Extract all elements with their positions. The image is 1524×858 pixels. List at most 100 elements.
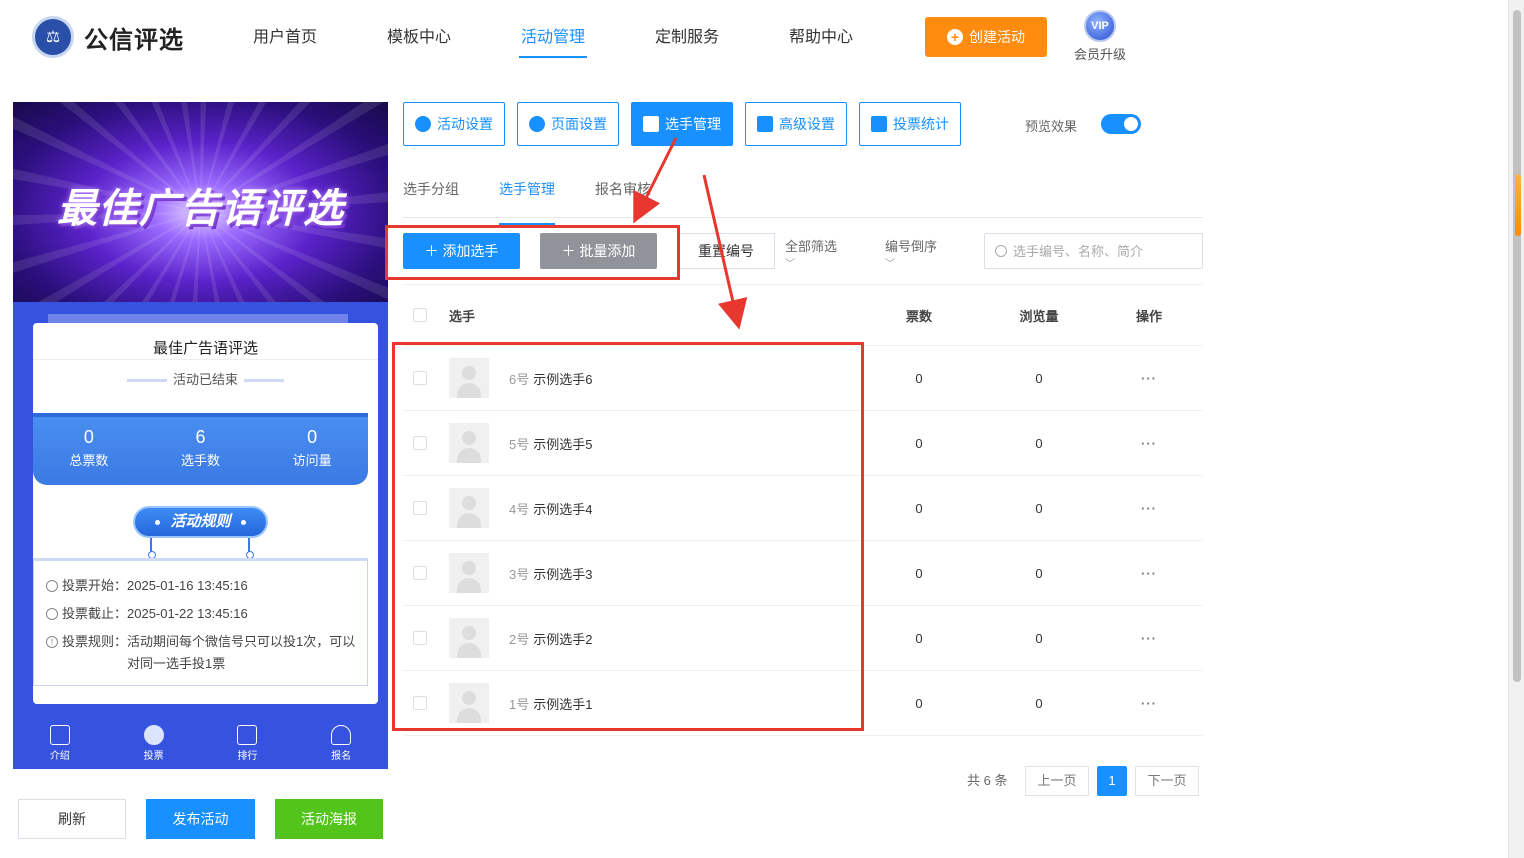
- card-title: 最佳广告语评选: [152, 340, 258, 357]
- row-actions[interactable]: ···: [1109, 501, 1189, 516]
- sliders-icon: [757, 116, 773, 132]
- tab-page-settings[interactable]: 页面设置: [517, 102, 619, 146]
- vip-badge-icon: VIP: [1084, 10, 1116, 42]
- tab-advanced-settings[interactable]: 高级设置: [745, 102, 847, 146]
- subtab-signup-review[interactable]: 报名审核: [595, 168, 651, 217]
- filter-label: 全部筛选: [785, 239, 838, 254]
- rule-value: 2025-01-16 13:45:16: [127, 578, 248, 593]
- player-views: 0: [1035, 565, 1043, 581]
- player-views: 0: [1035, 695, 1043, 711]
- card-divider: [33, 359, 378, 360]
- tab-activity-settings[interactable]: 活动设置: [403, 102, 505, 146]
- subtab-player-management[interactable]: 选手管理: [499, 168, 555, 225]
- tab-player-management[interactable]: 选手管理: [631, 102, 733, 146]
- bottom-nav-intro[interactable]: 介绍: [13, 719, 107, 769]
- row-actions[interactable]: ···: [1109, 371, 1189, 386]
- logo-text: 公信评选: [84, 26, 184, 54]
- row-actions[interactable]: ···: [1109, 696, 1189, 711]
- nav-item-activity-management[interactable]: 活动管理: [486, 0, 620, 76]
- bar-chart-icon: [237, 725, 258, 745]
- mobile-preview: 最佳广告语评选 最佳广告语评选 活动已结束 0 总票数 6 选手数 0 访问量 …: [13, 102, 388, 769]
- refresh-button[interactable]: 刷新: [18, 799, 126, 839]
- tab-label: 页面设置: [551, 116, 607, 132]
- stat-label: 访问量: [292, 453, 332, 468]
- dot-icon: [155, 519, 161, 525]
- stats-bar: 0 总票数 6 选手数 0 访问量: [33, 413, 368, 485]
- tab-label: 活动设置: [437, 116, 493, 132]
- preview-toggle[interactable]: [1101, 114, 1141, 134]
- player-votes: 0: [915, 565, 923, 581]
- create-activity-button[interactable]: + 创建活动: [925, 17, 1047, 57]
- scrollbar-thumb[interactable]: [1513, 10, 1521, 682]
- player-votes: 0: [915, 630, 923, 646]
- bottom-nav-signup[interactable]: 报名: [294, 719, 388, 769]
- top-header: ⚖ 公信评选 用户首页 模板中心 活动管理 定制服务 帮助中心 + 创建活动 V…: [0, 0, 1508, 76]
- tab-label: 高级设置: [779, 116, 835, 132]
- row-actions[interactable]: ···: [1109, 566, 1189, 581]
- scrollbar-marker: [1515, 174, 1521, 236]
- rule-voting: ! 投票规则： 活动期间每个微信号只可以投1次，可以对同一选手投1票: [46, 631, 357, 675]
- person-icon: [331, 725, 352, 745]
- preview-info-card: 最佳广告语评选 活动已结束 0 总票数 6 选手数 0 访问量 活动规则 投票开…: [33, 323, 378, 704]
- nav-item-templates[interactable]: 模板中心: [352, 0, 486, 76]
- filter-all-dropdown[interactable]: 全部筛选 ﹀: [785, 236, 837, 270]
- subtab-player-groups[interactable]: 选手分组: [403, 168, 459, 217]
- rule-key: 投票开始：: [62, 578, 128, 593]
- stat-value: 0: [83, 427, 94, 447]
- player-votes: 0: [915, 370, 923, 386]
- info-icon: !: [46, 636, 58, 648]
- bottom-nav-label: 投票: [143, 751, 164, 762]
- more-icon: ···: [1141, 630, 1157, 646]
- stat-total-votes: 0 总票数: [33, 417, 145, 485]
- logo[interactable]: ⚖ 公信评选: [32, 16, 184, 58]
- bottom-nav-ranking[interactable]: 排行: [201, 719, 295, 769]
- select-all-checkbox[interactable]: [413, 308, 427, 322]
- stat-label: 选手数: [181, 453, 221, 468]
- activity-poster-button[interactable]: 活动海报: [275, 799, 383, 839]
- rule-start: 投票开始： 2025-01-16 13:45:16: [46, 575, 357, 597]
- rules-title: 活动规则: [170, 513, 231, 530]
- player-views: 0: [1035, 500, 1043, 516]
- player-votes: 0: [915, 500, 923, 516]
- header-views: 浏览量: [1019, 308, 1059, 324]
- card-strip: [48, 314, 348, 323]
- pager-prev-button[interactable]: 上一页: [1025, 766, 1089, 796]
- nav-item-custom-service[interactable]: 定制服务: [620, 0, 754, 76]
- pager-next-button[interactable]: 下一页: [1135, 766, 1199, 796]
- bar-chart-icon: [871, 116, 887, 132]
- nav-item-home[interactable]: 用户首页: [218, 0, 352, 76]
- rules-title-pill: 活动规则: [133, 506, 268, 538]
- dot-icon: [240, 519, 246, 525]
- reset-numbering-button[interactable]: 重置编号: [677, 233, 775, 269]
- player-search[interactable]: [984, 233, 1203, 269]
- stat-value: 6: [195, 427, 206, 447]
- gear-icon: [529, 116, 545, 132]
- rule-key: 投票截止：: [62, 606, 128, 621]
- clock-icon: [46, 608, 58, 620]
- pin-right: [246, 538, 254, 559]
- bottom-nav-vote[interactable]: 投票: [107, 719, 201, 769]
- more-icon: ···: [1141, 370, 1157, 386]
- row-actions[interactable]: ···: [1109, 436, 1189, 451]
- vip-upgrade[interactable]: VIP 会员升级: [1068, 10, 1132, 63]
- star-circle-icon: [415, 116, 431, 132]
- stat-value: 0: [307, 427, 318, 447]
- scales-logo-icon: ⚖: [32, 16, 74, 58]
- users-icon: [643, 116, 659, 132]
- player-views: 0: [1035, 630, 1043, 646]
- main-nav: 用户首页 模板中心 活动管理 定制服务 帮助中心: [218, 0, 888, 76]
- create-activity-label: 创建活动: [969, 29, 1025, 45]
- tab-vote-statistics[interactable]: 投票统计: [859, 102, 961, 146]
- sort-dropdown[interactable]: 编号倒序 ﹀: [885, 236, 937, 270]
- publish-activity-button[interactable]: 发布活动: [146, 799, 255, 839]
- rule-end: 投票截止： 2025-01-22 13:45:16: [46, 603, 357, 625]
- search-input[interactable]: [1013, 243, 1193, 259]
- stat-visits: 0 访问量: [256, 417, 368, 485]
- sort-label: 编号倒序: [885, 239, 938, 254]
- pager-current-page[interactable]: 1: [1097, 766, 1127, 796]
- nav-item-help[interactable]: 帮助中心: [754, 0, 888, 76]
- row-actions[interactable]: ···: [1109, 631, 1189, 646]
- rule-value: 2025-01-22 13:45:16: [127, 606, 248, 621]
- page-scrollbar[interactable]: [1508, 0, 1524, 858]
- tab-label: 投票统计: [893, 116, 949, 132]
